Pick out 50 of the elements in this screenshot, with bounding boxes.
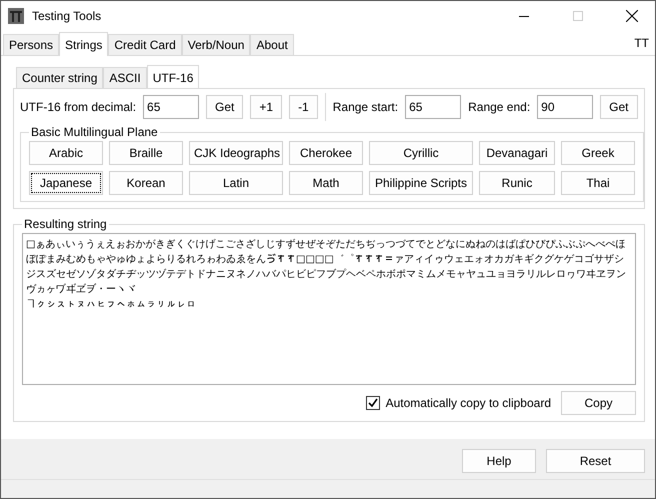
checkbox[interactable] (366, 396, 380, 410)
tab[interactable]: About (250, 34, 294, 55)
button[interactable]: -1 (289, 95, 318, 119)
maximize-icon (573, 11, 583, 21)
button[interactable]: Help (462, 449, 536, 473)
window-title: Testing Tools (32, 9, 102, 23)
character-icon (286, 253, 296, 263)
script-button[interactable]: Japanese (29, 171, 103, 195)
tab[interactable]: Persons (3, 34, 60, 55)
checkbox-label: Automatically copy to clipboard (386, 396, 551, 410)
tab[interactable]: ASCII (103, 67, 147, 88)
character-icon (364, 253, 374, 263)
button[interactable]: +1 (250, 95, 282, 119)
copy-button[interactable]: Copy (561, 391, 636, 415)
button[interactable]: Get (206, 95, 244, 119)
button[interactable]: Reset (546, 449, 645, 473)
group-title: Resulting string (23, 217, 108, 231)
tab[interactable]: Verb/Noun (182, 34, 250, 55)
app-label: TT (634, 36, 649, 50)
script-button[interactable]: Cyrillic (369, 141, 473, 165)
tab[interactable]: Counter string (16, 67, 104, 88)
script-button[interactable]: Runic (479, 171, 555, 195)
script-button[interactable]: Cherokee (289, 141, 363, 165)
script-button[interactable]: CJK Ideographs (189, 141, 283, 165)
script-button[interactable]: Math (289, 171, 363, 195)
script-button[interactable]: Arabic (29, 141, 103, 165)
tab[interactable]: UTF-16 (146, 65, 200, 89)
input-field[interactable]: 65 (405, 95, 462, 119)
field-label: UTF-16 from decimal: (20, 100, 136, 114)
field-label: Range end: (468, 100, 530, 114)
character-icon (374, 253, 384, 263)
tab[interactable]: Strings (59, 32, 108, 56)
tab[interactable]: Credit Card (108, 34, 182, 55)
script-button[interactable]: Korean (109, 171, 183, 195)
close-icon (626, 10, 638, 22)
script-button[interactable]: Philippine Scripts (369, 171, 473, 195)
script-button[interactable]: Latin (189, 171, 283, 195)
script-button[interactable]: Greek (561, 141, 635, 165)
app-icon (8, 8, 24, 24)
result-text-field[interactable]: □ぁあぃいぅうぇえぉおかがきぎくぐけげこごさざしじすずせぜそぞただちぢっつづてでとどなにぬねのはばぱひびぴふぶぷへべぺほぼぽまみむめもゃやゅゆょよらりるれろゎわゐゑをんゔ □□□□゛゜ ァアィイゥウェエォオカガキギクグケゲコゴサザシジスズセゼソゾタダチヂッツヅテデトドナニヌネノハバパヒビピフブプヘベペホボポマミムメモャヤュユョヨラリルレロヮワヰヱヲンヴヵヶヷヸヹヺ・ーヽヾ ヿㇰㇱㇲㇳㇴㇵㇶㇷㇸㇹㇺㇻㇼㇽㇾㇿ (22, 233, 636, 385)
character-icon (354, 253, 364, 263)
script-button[interactable]: Thai (561, 171, 635, 195)
input-field[interactable]: 90 (537, 95, 594, 119)
field-label: Range start: (332, 100, 398, 114)
input-field[interactable]: 65 (143, 95, 200, 119)
character-icon (276, 253, 286, 263)
get-button[interactable]: Get (600, 95, 638, 119)
script-button[interactable]: Braille (109, 141, 183, 165)
group-title: Basic Multilingual Plane (30, 125, 159, 139)
script-button[interactable]: Devanagari (479, 141, 555, 165)
